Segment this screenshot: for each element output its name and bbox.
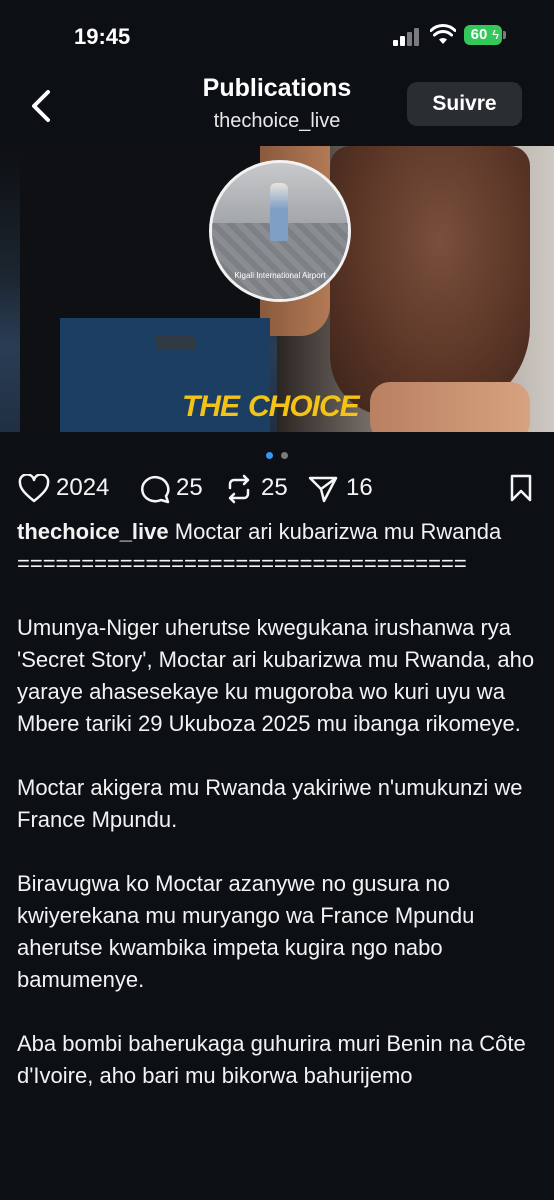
repost-icon	[228, 474, 250, 504]
like-button[interactable]: 2024	[18, 472, 128, 504]
caption-paragraph: Umunya-Niger uherutse kwegukana irushanw…	[17, 615, 535, 736]
caption-paragraph: Moctar akigera mu Rwanda yakiriwe n'umuk…	[17, 775, 523, 832]
thechoice-logo: THE CHOICE	[182, 388, 372, 428]
repost-button[interactable]: 25	[224, 472, 296, 504]
comment-icon	[141, 476, 170, 504]
belt-shape	[155, 336, 195, 350]
like-count: 2024	[56, 474, 110, 501]
caption-paragraph: Aba bombi baherukaga guhurira muri Benin…	[17, 1031, 526, 1088]
follow-button[interactable]: Suivre	[407, 82, 522, 126]
caption-paragraph: Biravugwa ko Moctar azanywe no gusura no…	[17, 871, 475, 992]
caption-separator: ===================================	[17, 551, 467, 576]
comment-count: 25	[176, 474, 203, 501]
inset-caption: Kigali International Airport	[234, 271, 326, 280]
caption-headline-line: thechoice_live Moctar ari kubarizwa mu R…	[17, 516, 541, 548]
carousel-dot-active	[265, 452, 273, 459]
status-time: 19:45	[74, 24, 131, 49]
logo-the: THE	[182, 390, 240, 423]
battery-level: 60	[470, 26, 488, 43]
share-button[interactable]: 16	[308, 472, 378, 504]
status-bar: 19:45 60 ϟ	[0, 0, 554, 70]
carousel-dot	[281, 452, 289, 459]
charging-bolt-icon: ϟ	[492, 27, 499, 42]
send-icon	[308, 476, 338, 503]
bookmark-icon[interactable]	[509, 474, 533, 502]
inset-photo-circle: Kigali International Airport	[209, 160, 351, 302]
caption-headline: Moctar ari kubarizwa mu Rwanda	[174, 519, 502, 544]
header: Publications thechoice_live Suivre	[0, 70, 554, 146]
dress-shape	[330, 146, 530, 416]
logo-choice: CHOICE	[248, 390, 360, 423]
share-count: 16	[346, 474, 373, 501]
leg-shape	[370, 382, 530, 432]
battery-icon: 60 ϟ	[464, 25, 502, 45]
comment-button[interactable]: 25	[139, 472, 211, 504]
post-caption: thechoice_live Moctar ari kubarizwa mu R…	[17, 516, 541, 1092]
battery-nub	[503, 31, 506, 39]
wifi-icon	[430, 24, 456, 44]
heart-icon	[18, 474, 50, 503]
cellular-signal-icon	[393, 28, 421, 46]
repost-count: 25	[261, 474, 288, 501]
post-actions: 2024 25 25 16	[0, 468, 554, 508]
caption-username[interactable]: thechoice_live	[17, 519, 169, 544]
inset-person	[270, 183, 288, 241]
carousel-dots	[0, 446, 554, 459]
